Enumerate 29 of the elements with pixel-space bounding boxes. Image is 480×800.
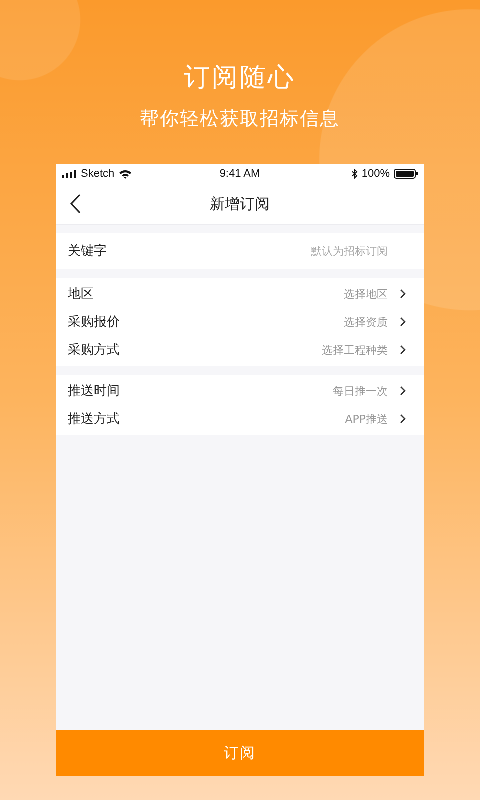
page-title: 新增订阅: [210, 194, 270, 214]
field-label: 采购方式: [68, 342, 120, 359]
option-value[interactable]: 选择工程种类: [322, 342, 388, 358]
battery-percent: 100%: [362, 168, 390, 180]
field-label: 地区: [68, 286, 94, 303]
chevron-icon[interactable]: [400, 345, 406, 355]
field-label: 推送方式: [68, 411, 120, 428]
subheadline: 帮你轻松获取招标信息: [140, 107, 340, 132]
option-value[interactable]: APP推送: [345, 412, 388, 426]
subscribe-button[interactable]: 订阅: [56, 730, 424, 776]
keyword-input-field[interactable]: 默认为招标订阅: [248, 244, 388, 258]
signal-icon: [62, 170, 77, 178]
field-label: 关键字: [68, 243, 107, 260]
bluetooth-icon: [352, 169, 358, 179]
chevron-icon[interactable]: [400, 289, 406, 299]
chevron-icon[interactable]: [400, 317, 406, 327]
field-label: 推送时间: [68, 383, 120, 400]
option-value[interactable]: 每日推一次: [333, 384, 388, 398]
chevron-icon[interactable]: [400, 386, 406, 396]
field-label: 采购报价: [68, 314, 120, 331]
chevron-icon[interactable]: [400, 414, 406, 424]
option-value[interactable]: 选择资质: [344, 314, 388, 330]
headline: 订阅随心: [184, 62, 296, 94]
battery-icon: [394, 169, 418, 179]
option-value[interactable]: 选择地区: [344, 286, 388, 302]
wifi-icon: [118, 170, 132, 178]
carrier-name: Sketch: [81, 168, 115, 180]
status-time: 9:41 AM: [220, 168, 260, 180]
back-icon[interactable]: [70, 194, 81, 214]
